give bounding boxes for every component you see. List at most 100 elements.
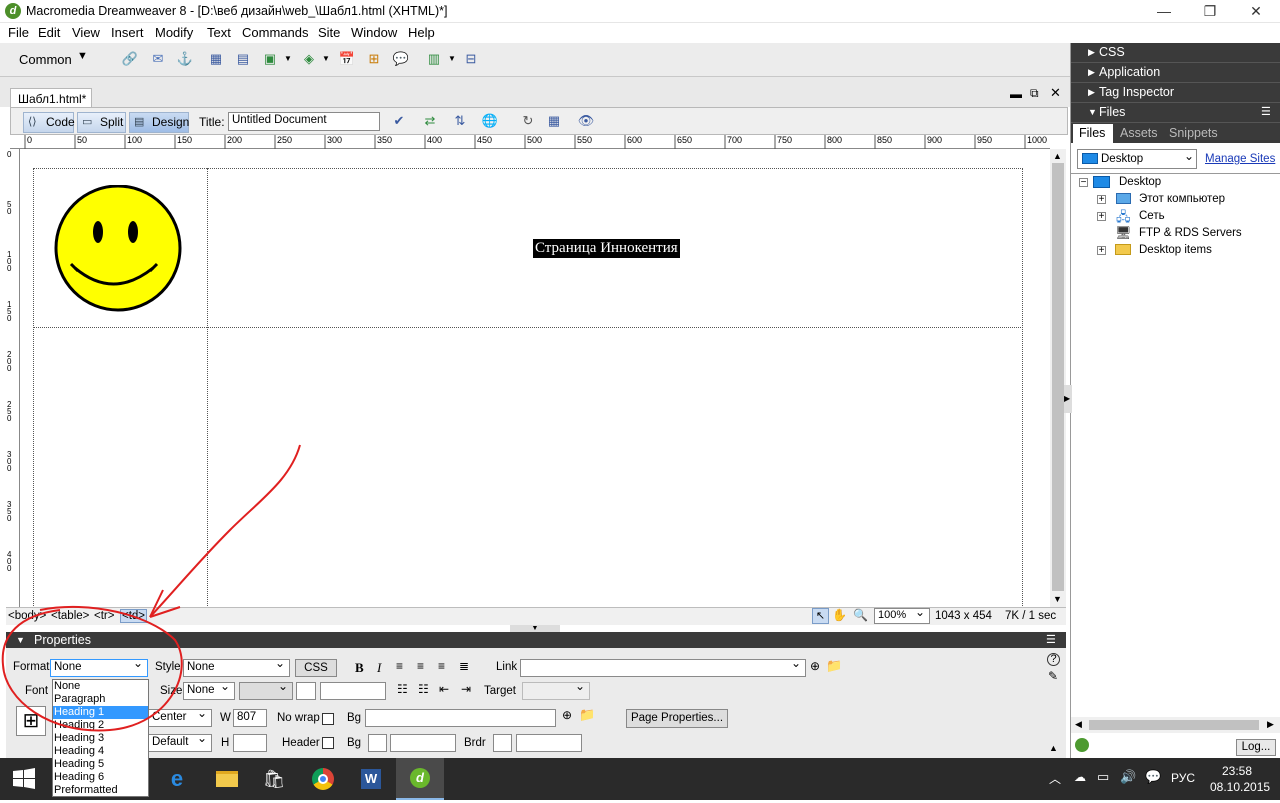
help-icon[interactable]: ?: [1047, 653, 1060, 666]
visual-aids-icon[interactable]: 👁: [577, 112, 595, 130]
scroll-thumb[interactable]: [1052, 163, 1064, 591]
design-view-button[interactable]: ▤ Design: [129, 112, 189, 133]
store-icon[interactable]: 🛍: [250, 758, 298, 800]
unordered-list-icon[interactable]: ☷: [397, 682, 408, 696]
expand-triangle-icon[interactable]: ▲: [1049, 743, 1058, 753]
files-hscrollbar[interactable]: ◀ ▶: [1071, 717, 1280, 733]
indent-icon[interactable]: ⇥: [461, 682, 471, 696]
doc-restore-icon[interactable]: ⧉: [1030, 86, 1039, 101]
format-option[interactable]: Heading 6: [53, 771, 148, 784]
menu-help[interactable]: Help: [408, 25, 435, 40]
tree-item-network[interactable]: Сеть: [1139, 210, 1165, 222]
outdent-icon[interactable]: ⇤: [439, 682, 449, 696]
document-tab[interactable]: Шабл1.html*: [10, 88, 92, 108]
window-size[interactable]: 1043 x 454: [935, 610, 992, 622]
minimize-button[interactable]: —: [1141, 0, 1187, 23]
tab-files[interactable]: Files: [1073, 124, 1113, 143]
insert-category[interactable]: Common: [19, 52, 72, 67]
tree-expand-icon[interactable]: +: [1097, 212, 1106, 222]
menu-window[interactable]: Window: [351, 25, 397, 40]
comment-icon[interactable]: 💬: [392, 50, 410, 68]
doc-close-icon[interactable]: ✕: [1050, 85, 1061, 101]
bg-color-picker[interactable]: [368, 734, 387, 752]
design-scrollbar[interactable]: ▲ ▼: [1050, 149, 1066, 607]
format-option[interactable]: Heading 5: [53, 758, 148, 771]
scroll-left-icon[interactable]: ◀: [1075, 719, 1082, 730]
menu-edit[interactable]: Edit: [38, 25, 60, 40]
refresh-icon[interactable]: ↻: [519, 112, 537, 130]
scroll-thumb[interactable]: [1089, 720, 1259, 730]
border-color-input[interactable]: [516, 734, 582, 752]
align-center-icon[interactable]: ≡: [417, 659, 424, 673]
page-properties-button[interactable]: Page Properties...: [626, 709, 728, 728]
server-side-include-icon[interactable]: ⊞: [365, 50, 383, 68]
zoom-select[interactable]: 100%: [874, 605, 930, 624]
log-button[interactable]: Log...: [1236, 739, 1276, 756]
tree-item-desktop-items[interactable]: Desktop items: [1139, 244, 1212, 256]
chevron-down-icon[interactable]: ▼: [77, 50, 88, 62]
select-tool-icon[interactable]: ↖: [812, 608, 829, 624]
page-heading[interactable]: Страница Иннокентия: [533, 239, 680, 258]
clock-time[interactable]: 23:58: [1222, 764, 1252, 778]
menu-insert[interactable]: Insert: [111, 25, 144, 40]
chevron-down-icon[interactable]: ▼: [322, 54, 330, 63]
show-hidden-icons[interactable]: ︿: [1049, 770, 1061, 787]
menu-site[interactable]: Site: [318, 25, 340, 40]
bg-color-input[interactable]: [390, 734, 456, 752]
files-panel-header[interactable]: ▼ Files ☰: [1071, 103, 1280, 123]
clock-date[interactable]: 08.10.2015: [1210, 780, 1270, 794]
tree-collapse-icon[interactable]: −: [1079, 178, 1088, 188]
action-center-icon[interactable]: 💬: [1145, 769, 1161, 785]
table-icon[interactable]: ▦: [207, 50, 225, 68]
ordered-list-icon[interactable]: ☷: [418, 682, 429, 696]
chevron-down-icon[interactable]: ▼: [448, 54, 456, 63]
zoom-tool-icon[interactable]: 🔍: [853, 608, 868, 622]
media-icon[interactable]: ◈: [300, 50, 318, 68]
onedrive-icon[interactable]: ☁: [1074, 770, 1086, 784]
tree-expand-icon[interactable]: +: [1097, 195, 1106, 205]
refresh-design-icon[interactable]: ⇅: [451, 112, 469, 130]
named-anchor-icon[interactable]: ⚓: [176, 50, 194, 68]
preview-browser-icon[interactable]: 🌐: [481, 112, 499, 130]
browse-folder-icon[interactable]: 📁: [826, 658, 842, 674]
image-icon[interactable]: ▣: [261, 50, 279, 68]
restore-button[interactable]: ❐: [1187, 0, 1233, 23]
view-options-icon[interactable]: ▦: [545, 112, 563, 130]
menu-view[interactable]: View: [72, 25, 100, 40]
power-icon[interactable]: ▭: [1097, 769, 1109, 785]
scroll-down-icon[interactable]: ▼: [1053, 594, 1062, 604]
tree-expand-icon[interactable]: +: [1097, 246, 1106, 256]
link-input[interactable]: [520, 656, 806, 677]
application-panel-header[interactable]: ▶ Application: [1071, 63, 1280, 83]
dreamweaver-taskbar-icon[interactable]: d: [396, 758, 444, 800]
file-explorer-icon[interactable]: [202, 758, 250, 800]
quick-tag-editor-icon[interactable]: ✎: [1048, 669, 1058, 683]
header-checkbox[interactable]: [322, 737, 334, 749]
chevron-down-icon[interactable]: ▼: [284, 54, 292, 63]
align-right-icon[interactable]: ≡: [438, 659, 445, 673]
hand-tool-icon[interactable]: ✋: [832, 608, 847, 622]
file-management-icon[interactable]: ⇄: [421, 112, 439, 130]
tab-snippets[interactable]: Snippets: [1169, 126, 1218, 140]
css-panel-header[interactable]: ▶ CSS: [1071, 43, 1280, 63]
layer-icon[interactable]: ▤: [234, 50, 252, 68]
volume-icon[interactable]: 🔊: [1120, 769, 1136, 785]
templates-icon[interactable]: ▥: [425, 50, 443, 68]
word-icon[interactable]: W: [347, 758, 395, 800]
scroll-right-icon[interactable]: ▶: [1267, 719, 1274, 730]
edge-icon[interactable]: e: [153, 758, 201, 800]
panel-options-icon[interactable]: ☰: [1261, 105, 1271, 118]
dock-collapse-handle[interactable]: ▶: [1064, 385, 1072, 413]
scroll-up-icon[interactable]: ▲: [1053, 151, 1062, 161]
tag-chooser-icon[interactable]: ⊟: [462, 50, 480, 68]
menu-text[interactable]: Text: [207, 25, 231, 40]
split-view-button[interactable]: ▭ Split: [77, 112, 126, 133]
code-view-button[interactable]: ⟨⟩ Code: [23, 112, 75, 133]
bg-image-input[interactable]: [365, 709, 556, 727]
menu-modify[interactable]: Modify: [155, 25, 193, 40]
panel-collapse-handle[interactable]: ▼: [510, 625, 560, 632]
point-to-file-icon[interactable]: ⊕: [562, 708, 572, 722]
document-title-input[interactable]: Untitled Document: [228, 112, 380, 131]
close-button[interactable]: ✕: [1233, 0, 1279, 23]
site-select[interactable]: Desktop ⌄: [1077, 149, 1197, 169]
